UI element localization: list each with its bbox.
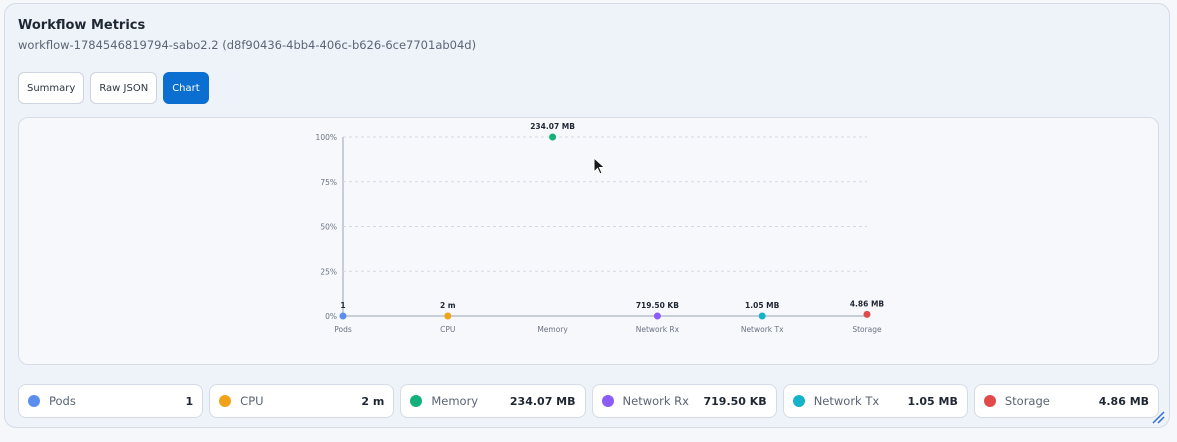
- legend-item-network-rx: Network Rx 719.50 KB: [591, 384, 777, 418]
- x-tick-label: Memory: [537, 325, 568, 334]
- data-point: [653, 312, 661, 320]
- y-tick-label: 0%: [325, 312, 337, 321]
- data-label: 234.07 MB: [530, 122, 575, 131]
- data-point: [549, 133, 557, 141]
- resize-handle-icon[interactable]: [1151, 410, 1165, 424]
- legend-dot: [219, 395, 232, 407]
- legend-label: Pods: [49, 394, 76, 408]
- x-tick-label: Storage: [852, 325, 882, 334]
- data-label: 2 m: [440, 301, 456, 310]
- x-tick-label: CPU: [440, 325, 455, 334]
- mouse-pointer-icon: [593, 157, 606, 175]
- legend-dot: [983, 395, 996, 407]
- legend-item-storage: Storage 4.86 MB: [973, 384, 1160, 418]
- legend-dot: [792, 395, 805, 407]
- x-tick-label: Network Tx: [741, 325, 784, 334]
- data-label: 1: [340, 301, 345, 310]
- legend-value: 2 m: [361, 394, 385, 408]
- legend-value: 4.86 MB: [1098, 394, 1150, 408]
- page-title: Workflow Metrics: [18, 18, 146, 33]
- legend-label: Network Rx: [622, 394, 689, 408]
- y-tick-label: 100%: [316, 133, 337, 142]
- metrics-legend: Pods 1 CPU 2 m Memory 234.07 MB Network …: [18, 384, 1160, 418]
- legend-label: CPU: [240, 394, 264, 408]
- legend-item-pods: Pods 1: [18, 384, 204, 418]
- legend-value: 719.50 KB: [703, 394, 767, 408]
- metrics-chart: 0% 25% 50% 75% 100% 1 Pods 2 m CPU 234.07 MB Memor…: [316, 122, 885, 334]
- x-tick-label: Pods: [334, 325, 352, 334]
- legend-value: 234.07 MB: [509, 394, 576, 408]
- chart-card: 0% 25% 50% 75% 100% 1 Pods 2 m CPU 234.07 MB Memor…: [18, 117, 1159, 365]
- legend-value: 1: [185, 394, 194, 408]
- data-point: [444, 312, 452, 320]
- view-tabs: Summary Raw JSON Chart: [18, 72, 209, 104]
- legend-item-cpu: CPU 2 m: [209, 384, 395, 418]
- x-tick-label: Network Rx: [636, 325, 680, 334]
- legend-dot: [601, 395, 614, 407]
- data-label: 4.86 MB: [850, 299, 885, 308]
- legend-dot: [28, 395, 40, 407]
- data-point: [863, 310, 871, 318]
- legend-label: Network Tx: [813, 394, 880, 408]
- y-tick-label: 75%: [320, 178, 337, 187]
- data-label: 1.05 MB: [745, 301, 780, 310]
- workflow-id: workflow-1784546819794-sabo2.2 (d8f90436…: [18, 38, 477, 52]
- tab-raw-json[interactable]: Raw JSON: [90, 72, 158, 104]
- legend-label: Storage: [1004, 394, 1050, 408]
- legend-dot: [410, 395, 423, 407]
- y-tick-label: 25%: [320, 267, 337, 276]
- y-tick-label: 50%: [320, 223, 337, 232]
- workflow-metrics-panel: Workflow Metrics workflow-1784546819794-…: [4, 3, 1170, 428]
- legend-item-memory: Memory 234.07 MB: [400, 384, 586, 418]
- tab-summary[interactable]: Summary: [18, 72, 85, 104]
- legend-label: Memory: [431, 394, 479, 408]
- data-label: 719.50 KB: [636, 301, 679, 310]
- tab-chart[interactable]: Chart: [163, 72, 209, 104]
- data-point: [339, 312, 347, 320]
- legend-value: 1.05 MB: [907, 394, 958, 408]
- data-point: [758, 312, 766, 320]
- legend-item-network-tx: Network Tx 1.05 MB: [782, 384, 968, 418]
